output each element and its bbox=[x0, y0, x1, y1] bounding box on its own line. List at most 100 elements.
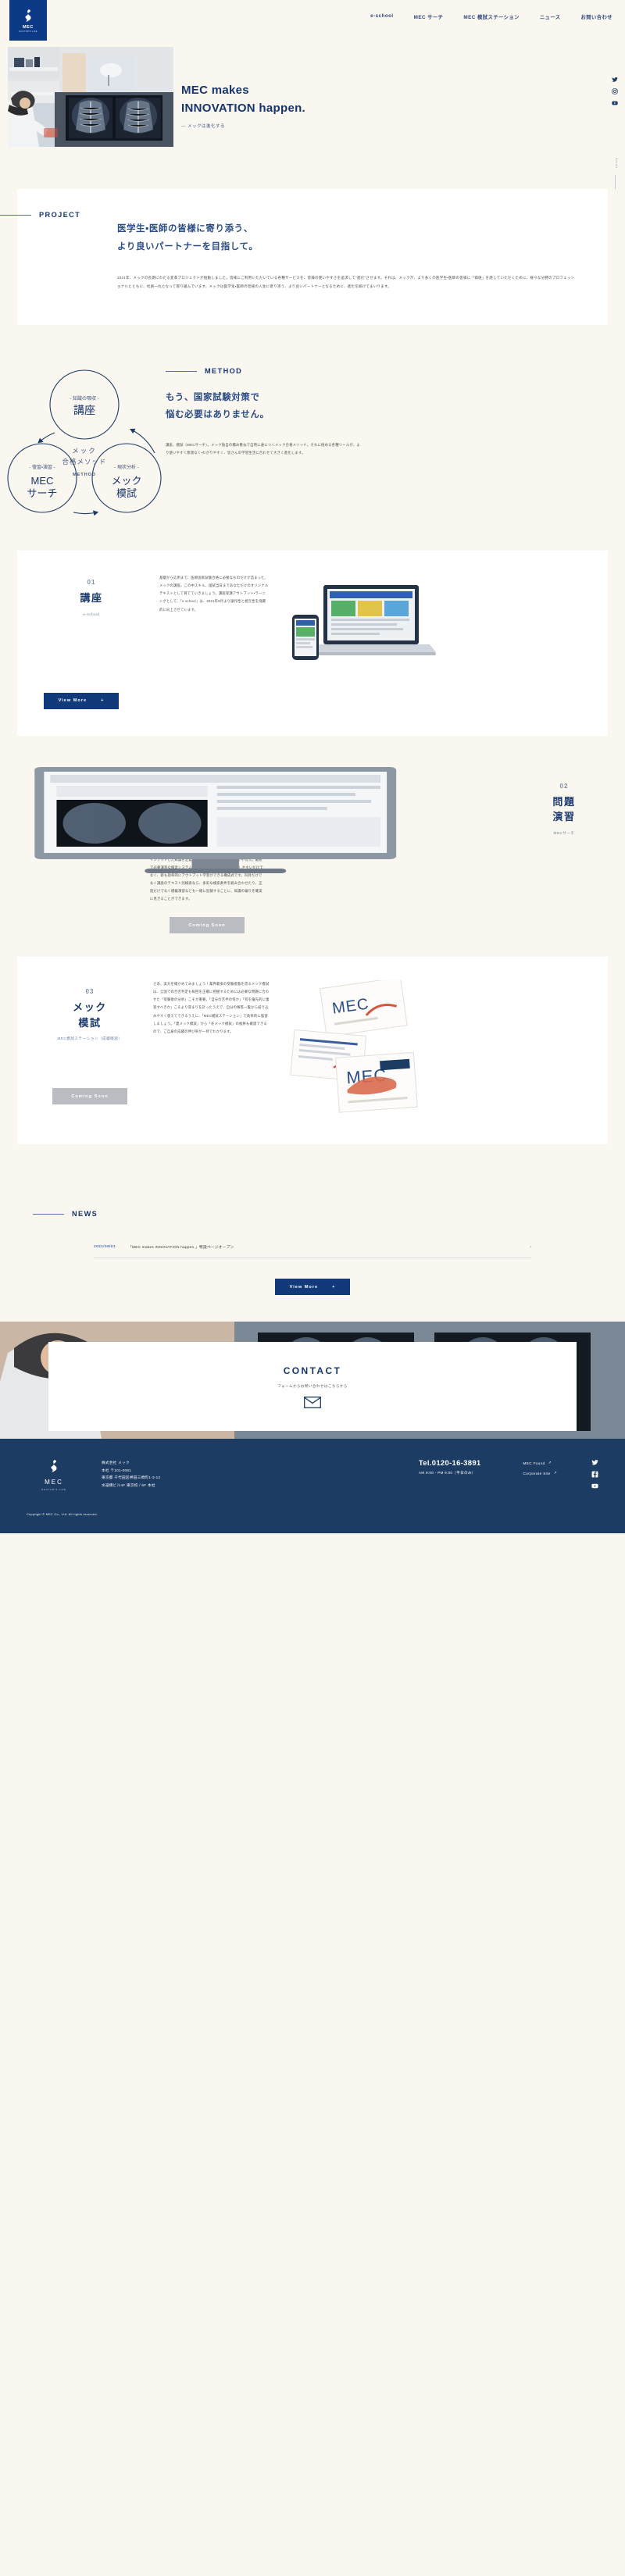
feature-01-body: 基礎から応用まで、医師国家試験合格に必要なものだけが詰まった、メックの講座。この… bbox=[159, 576, 269, 612]
feature-03-tag: MEC模試ステーション（成績確認） bbox=[57, 1036, 123, 1041]
hero-title: MEC makes INNOVATION happen. bbox=[181, 81, 305, 118]
youtube-icon[interactable] bbox=[612, 100, 618, 106]
footer-link-1-label: Corporate Site bbox=[523, 1471, 551, 1475]
logo-tagline: DOCTOR'S LIFE bbox=[19, 30, 38, 33]
feature-03-button-label: Coming Soon bbox=[71, 1094, 109, 1099]
plus-icon: + bbox=[332, 1284, 336, 1290]
project-card: PROJECT 医学生・医師の皆様に寄り添う、 より良いパートナーを目指して。 … bbox=[0, 189, 608, 326]
feature-section-02: 02 問題 演習 MECサーチ インプットした知識を定着させるためには、復習と反… bbox=[0, 735, 625, 958]
feature-section-03: 03 メック 模試 MEC模試ステーション（成績確認） Coming Soon … bbox=[0, 957, 625, 1179]
node-2-kicker: - 復習・演習 - bbox=[29, 464, 55, 470]
method-label-text: METHOD bbox=[205, 367, 243, 376]
nav-item-mec-search[interactable]: MEC サーチ bbox=[414, 13, 444, 20]
hero-subtitle: — メックは進化する bbox=[181, 123, 226, 129]
youtube-icon[interactable] bbox=[591, 1482, 598, 1490]
feature-03-image: MEC MEC bbox=[288, 976, 581, 1121]
feature-01-title: 講座 bbox=[80, 592, 103, 605]
footer-telephone[interactable]: Tel.0120-16-3891 bbox=[419, 1459, 481, 1468]
feature-01-number: 01 bbox=[87, 579, 96, 587]
footer-address-line2: 東京都 千代田区神田三崎町1-3-12 bbox=[102, 1475, 161, 1480]
project-heading-line1: 医学生・医師の皆様に寄り添う、 bbox=[117, 224, 253, 234]
footer-logo-wordmark: MEC bbox=[45, 1479, 63, 1486]
site-logo[interactable]: MEC DOCTOR'S LIFE bbox=[9, 0, 47, 41]
mec-brochures-mockup-icon: MEC MEC bbox=[290, 976, 418, 1113]
node-2-label-line2: サーチ bbox=[27, 487, 57, 499]
project-heading-line2: より良いパートナーを目指して。 bbox=[117, 241, 259, 252]
external-link-icon: ↗ bbox=[553, 1471, 557, 1475]
project-heading: 医学生・医師の皆様に寄り添う、 より良いパートナーを目指して。 bbox=[117, 220, 577, 256]
node-2-label-line1: MEC bbox=[31, 475, 54, 487]
label-rule bbox=[166, 370, 197, 372]
feature-03-number: 03 bbox=[85, 988, 95, 996]
feature-01-body-col: 基礎から応用まで、医師国家試験合格に必要なものだけが詰まった、メックの講座。この… bbox=[159, 574, 269, 613]
hero-title-line1: MEC makes bbox=[181, 84, 249, 97]
nav-item-mec-moshi-station[interactable]: MEC 模試ステーション bbox=[463, 13, 519, 20]
nav-item-news[interactable]: ニュース bbox=[540, 13, 561, 20]
mail-icon[interactable] bbox=[304, 1396, 321, 1408]
scroll-indicator-line bbox=[615, 175, 616, 189]
method-diagram-svg: - 知識の吸収 - 講座 - 復習・演習 - MEC サーチ - 現状分析 - … bbox=[7, 369, 162, 516]
facebook-icon[interactable] bbox=[591, 1471, 598, 1478]
center-line2: 合格メソッド bbox=[62, 458, 106, 466]
twitter-icon[interactable] bbox=[612, 77, 618, 83]
chevron-right-icon: › bbox=[530, 1244, 531, 1250]
feature-01-head: 01 講座 e-school bbox=[44, 574, 139, 616]
method-section-label: METHOD bbox=[166, 367, 242, 375]
main-navigation: e-school MEC サーチ MEC 模試ステーション ニュース お問い合わ… bbox=[370, 13, 612, 20]
hero-copy: MEC makes INNOVATION happen. — メックは進化する bbox=[181, 81, 305, 129]
nav-item-contact[interactable]: お問い合わせ bbox=[581, 13, 612, 20]
laptop-phone-mockup-icon bbox=[292, 585, 436, 661]
hero-title-line2: INNOVATION happen. bbox=[181, 102, 306, 116]
hero-image bbox=[8, 47, 173, 147]
footer-social-links bbox=[591, 1459, 598, 1491]
center-sub: METHOD bbox=[73, 473, 96, 477]
feature-01-image bbox=[289, 574, 581, 668]
node-3-label-line1: メック bbox=[111, 475, 141, 487]
feature-01-view-more-button[interactable]: View More + bbox=[44, 692, 119, 709]
feature-03-head: 03 メック 模試 MEC模試ステーション（成績確認） Coming Soon bbox=[44, 980, 136, 1105]
feature-03-body: さあ、実力を確かめてみましょう！業界最多の受験者数を誇るメック模試は、全国での合… bbox=[153, 982, 270, 1033]
footer-company-name: 株式会社 メック bbox=[102, 1461, 130, 1465]
feature-01-action: View More + bbox=[17, 691, 608, 736]
footer-link-corporate-site[interactable]: Corporate Site ↗ bbox=[523, 1471, 557, 1475]
feature-section-01: 01 講座 e-school 基礎から応用まで、医師国家試験合格に必要なものだけ… bbox=[0, 551, 625, 736]
feature-02-button-label: Coming Soon bbox=[188, 922, 226, 928]
footer-business-hours: AM 9:00 - PM 6:00（平日のみ） bbox=[418, 1471, 476, 1475]
mec-flame-logo-icon bbox=[51, 1460, 57, 1473]
feature-03-title: メック 模試 bbox=[44, 1000, 136, 1030]
method-heading-line1: もう、国家試験対策で bbox=[166, 393, 260, 403]
project-section-label: PROJECT bbox=[0, 211, 80, 219]
footer-link-mec-found[interactable]: MEC Found ↗ bbox=[523, 1461, 557, 1465]
hero-section: MEC makes INNOVATION happen. — メックは進化する … bbox=[0, 41, 625, 189]
news-section: NEWS 2021/09/01 「MEC makes INNOVATION ha… bbox=[0, 1179, 625, 1322]
footer-logo[interactable]: MEC DOCTOR'S LIFE bbox=[27, 1459, 81, 1491]
nav-item-e-school[interactable]: e-school bbox=[370, 13, 394, 20]
feature-01-tag: e-school bbox=[83, 612, 100, 616]
feature-02-number: 02 bbox=[559, 782, 569, 790]
news-button-label: View More bbox=[289, 1284, 319, 1290]
label-rule bbox=[33, 1213, 64, 1215]
news-action: View More + bbox=[94, 1279, 531, 1296]
twitter-icon[interactable] bbox=[591, 1459, 598, 1466]
method-cycle-diagram: - 知識の吸収 - 講座 - 復習・演習 - MEC サーチ - 現状分析 - … bbox=[6, 367, 162, 527]
news-list: 2021/09/01 「MEC makes INNOVATION happen.… bbox=[94, 1236, 531, 1296]
news-item-date: 2021/09/01 bbox=[94, 1245, 116, 1250]
feature-02-title-line1: 問題 bbox=[552, 795, 576, 808]
external-link-icon: ↗ bbox=[548, 1461, 552, 1465]
news-list-item[interactable]: 2021/09/01 「MEC makes INNOVATION happen.… bbox=[94, 1236, 531, 1259]
instagram-icon[interactable] bbox=[612, 88, 618, 95]
mec-flame-logo-icon bbox=[25, 9, 31, 22]
feature-02-title-line2: 演習 bbox=[552, 811, 576, 823]
logo-wordmark: MEC bbox=[22, 24, 34, 30]
project-label-text: PROJECT bbox=[39, 211, 81, 219]
contact-description: フォームからお問い合わせはこちらから bbox=[277, 1383, 348, 1388]
method-section: METHOD もう、国家試験対策で 悩む必要はありません。 講座、模試（MECサ… bbox=[0, 361, 625, 551]
news-view-more-button[interactable]: View More + bbox=[275, 1279, 350, 1296]
hero-social-links bbox=[612, 77, 618, 106]
feature-02-head: 02 問題 演習 MECサーチ bbox=[520, 762, 608, 836]
site-header: MEC DOCTOR'S LIFE e-school MEC サーチ MEC 模… bbox=[0, 0, 625, 41]
contact-heading: CONTACT bbox=[283, 1365, 342, 1376]
method-heading-line2: 悩む必要はありません。 bbox=[166, 410, 270, 420]
footer-grid: MEC DOCTOR'S LIFE 株式会社 メック 本社 〒101-0061 … bbox=[27, 1459, 598, 1491]
feature-03-title-line2: 模試 bbox=[78, 1016, 102, 1029]
